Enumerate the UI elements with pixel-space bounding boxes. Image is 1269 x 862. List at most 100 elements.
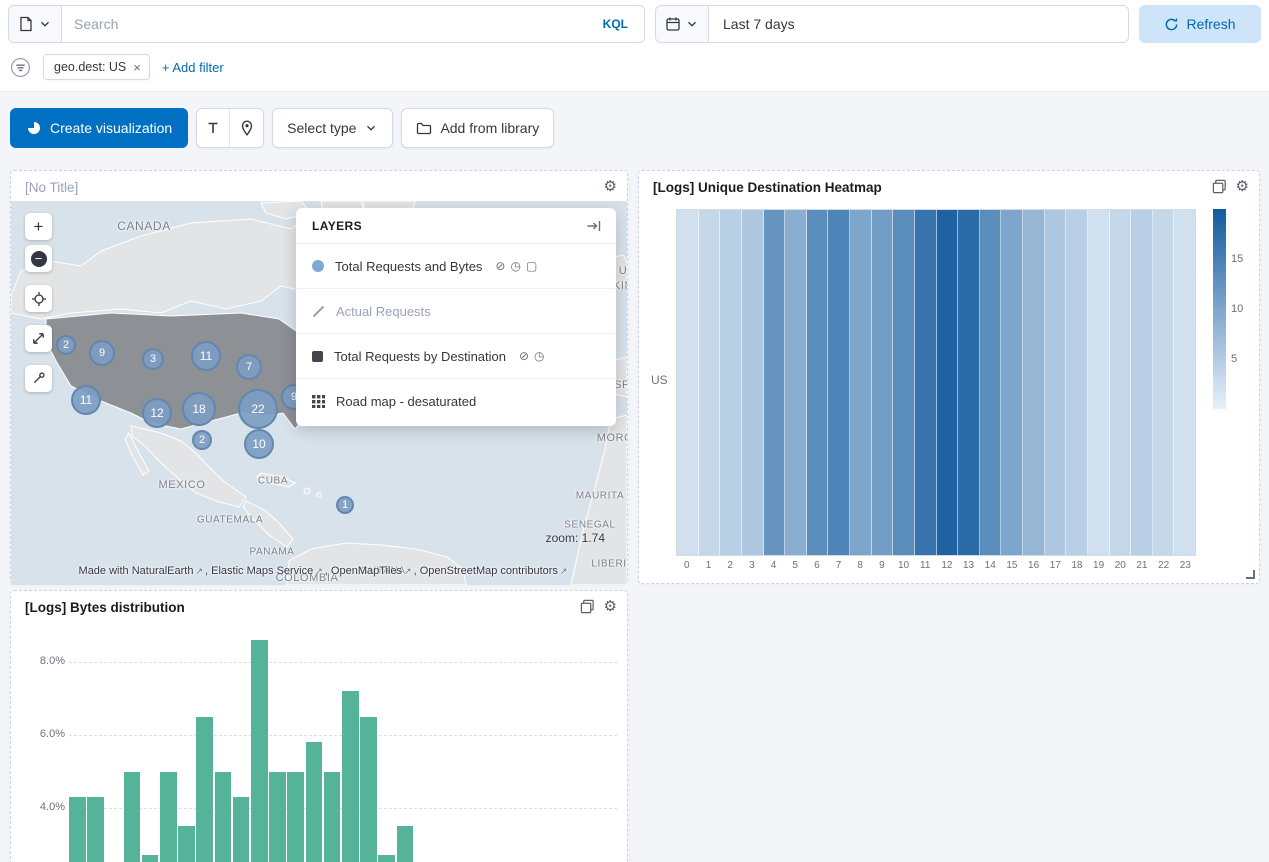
bar[interactable] <box>87 797 104 862</box>
saved-query-menu-button[interactable] <box>9 6 62 42</box>
no-global-filter-icon[interactable]: ⊘ <box>519 349 529 363</box>
bar[interactable] <box>251 640 268 862</box>
layer-item[interactable]: Total Requests and Bytes⊘◷▢ <box>296 244 616 289</box>
heatmap-cell[interactable] <box>764 210 786 555</box>
map-cluster[interactable]: 18 <box>182 392 216 426</box>
map-cluster[interactable]: 12 <box>142 398 172 428</box>
panel-resize-handle[interactable] <box>1246 570 1255 579</box>
bar[interactable] <box>342 691 359 862</box>
panel-title[interactable]: [No Title] <box>25 180 78 195</box>
layer-item[interactable]: Actual Requests <box>296 289 616 334</box>
bar[interactable] <box>269 772 286 862</box>
heatmap-cell[interactable] <box>893 210 915 555</box>
zoom-in-button[interactable]: + <box>25 213 52 240</box>
heatmap-cell[interactable] <box>980 210 1002 555</box>
map-cluster[interactable]: 9 <box>89 340 115 366</box>
search-input[interactable]: Search KQL <box>62 6 644 42</box>
time-range-button[interactable]: Last 7 days <box>709 6 1128 42</box>
attribution-link[interactable]: Elastic Maps Service <box>211 565 313 577</box>
heatmap-cell[interactable] <box>1088 210 1110 555</box>
remove-filter-icon[interactable]: × <box>133 60 141 75</box>
map-cluster[interactable]: 11 <box>71 385 101 415</box>
layer-item[interactable]: Road map - desaturated <box>296 379 616 424</box>
map-cluster[interactable]: 10 <box>244 429 274 459</box>
heatmap-cell[interactable] <box>677 210 699 555</box>
heatmap-cell[interactable] <box>850 210 872 555</box>
panel-title[interactable]: [Logs] Unique Destination Heatmap <box>653 180 882 195</box>
heatmap-cell[interactable] <box>1131 210 1153 555</box>
heatmap-cell[interactable] <box>1045 210 1067 555</box>
bar[interactable] <box>215 772 232 862</box>
no-global-filter-icon[interactable]: ⊘ <box>495 259 505 273</box>
heatmap-cell[interactable] <box>1001 210 1023 555</box>
map-cluster[interactable]: 7 <box>236 354 262 380</box>
map-cluster[interactable]: 3 <box>142 348 164 370</box>
fit-to-data-button[interactable] <box>25 325 52 352</box>
collapse-layers-button[interactable] <box>586 218 602 234</box>
heatmap-cell[interactable] <box>1174 210 1195 555</box>
heatmap-cell[interactable] <box>742 210 764 555</box>
save-to-library-icon[interactable] <box>1212 179 1227 194</box>
layer-item[interactable]: Total Requests by Destination⊘◷ <box>296 334 616 379</box>
attribution-link[interactable]: OpenStreetMap contributors <box>420 565 558 577</box>
heatmap-cell[interactable] <box>958 210 980 555</box>
panel-settings-gear-icon[interactable]: ⚙ <box>1236 179 1249 194</box>
create-visualization-button[interactable]: Create visualization <box>10 108 188 148</box>
zoom-out-button[interactable]: − <box>25 245 52 272</box>
bar[interactable] <box>306 742 323 862</box>
bar[interactable] <box>397 826 414 862</box>
time-filter-icon[interactable]: ◷ <box>510 259 520 273</box>
bar[interactable] <box>142 855 159 862</box>
bar[interactable] <box>124 772 141 862</box>
filter-menu-button[interactable] <box>10 57 31 78</box>
bar[interactable] <box>178 826 195 862</box>
attribution-link[interactable]: OpenMapTiles <box>331 565 402 577</box>
bar[interactable] <box>160 772 177 862</box>
heatmap-cell[interactable] <box>1066 210 1088 555</box>
bar[interactable] <box>233 797 250 862</box>
bounds-icon[interactable]: ▢ <box>526 259 537 273</box>
set-view-button[interactable] <box>25 285 52 312</box>
kql-badge[interactable]: KQL <box>599 17 632 31</box>
bar[interactable] <box>360 717 377 862</box>
map-cluster[interactable]: 2 <box>56 335 76 355</box>
attribution-link[interactable]: Made with NaturalEarth <box>79 565 194 577</box>
heatmap-cell[interactable] <box>915 210 937 555</box>
map-cluster[interactable]: 11 <box>191 341 221 371</box>
heatmap-cell[interactable] <box>937 210 959 555</box>
bar[interactable] <box>69 797 86 862</box>
date-quick-menu-button[interactable] <box>656 6 709 42</box>
select-type-button[interactable]: Select type <box>272 108 393 148</box>
add-filter-link[interactable]: + Add filter <box>162 60 224 75</box>
heatmap-cell[interactable] <box>807 210 829 555</box>
add-text-button[interactable] <box>197 109 230 147</box>
panel-settings-gear-icon[interactable]: ⚙ <box>604 599 617 614</box>
heatmap-cell[interactable] <box>785 210 807 555</box>
add-map-button[interactable] <box>230 109 263 147</box>
heatmap-cell[interactable] <box>720 210 742 555</box>
map-cluster[interactable]: 22 <box>238 389 278 429</box>
bar[interactable] <box>378 855 395 862</box>
filter-pill[interactable]: geo.dest: US × <box>43 54 150 80</box>
map-cluster[interactable]: 2 <box>192 430 212 450</box>
bar[interactable] <box>196 717 213 862</box>
panel-settings-gear-icon[interactable]: ⚙ <box>604 179 617 194</box>
add-from-library-button[interactable]: Add from library <box>401 108 554 148</box>
map-viewport[interactable]: CANADAMEXICOCUBAGUATEMALAPANAMACOLOMBIAG… <box>11 201 627 585</box>
search-placeholder: Search <box>74 16 599 32</box>
bar[interactable] <box>287 772 304 862</box>
draw-tools-button[interactable] <box>25 365 52 392</box>
map-attribution[interactable]: Made with NaturalEarth↗, Elastic Maps Se… <box>11 565 627 577</box>
bar[interactable] <box>324 772 341 862</box>
heatmap-cell[interactable] <box>699 210 721 555</box>
save-to-library-icon[interactable] <box>580 599 595 614</box>
time-filter-icon[interactable]: ◷ <box>534 349 544 363</box>
heatmap-cell[interactable] <box>1153 210 1175 555</box>
heatmap-cell[interactable] <box>872 210 894 555</box>
heatmap-cell[interactable] <box>1110 210 1132 555</box>
heatmap-cell[interactable] <box>1023 210 1045 555</box>
map-cluster[interactable]: 1 <box>336 496 354 514</box>
panel-title[interactable]: [Logs] Bytes distribution <box>25 600 185 615</box>
heatmap-cell[interactable] <box>828 210 850 555</box>
refresh-button[interactable]: Refresh <box>1139 5 1261 43</box>
